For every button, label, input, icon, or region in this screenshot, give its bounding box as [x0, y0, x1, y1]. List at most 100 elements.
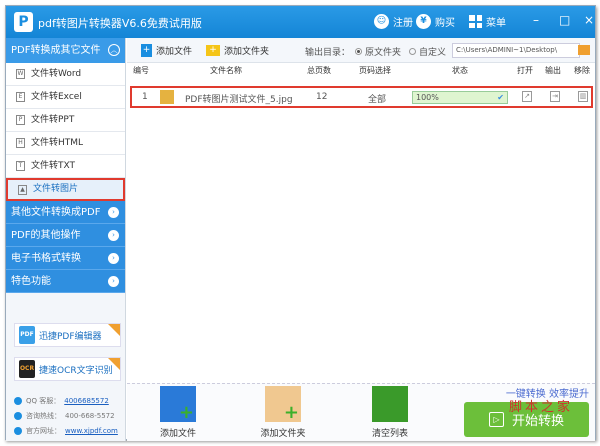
contact-label: QQ 客服：: [26, 397, 61, 405]
bottom-label: 添加文件夹: [260, 429, 306, 439]
sidebar-item-label: 文件转图片: [33, 184, 79, 194]
col-name: 文件名称: [210, 66, 242, 75]
broom-icon: [372, 386, 408, 422]
chevron-right-icon: ›: [108, 207, 119, 218]
bottom-add-folder-button[interactable]: + 添加文件夹: [253, 386, 313, 439]
image-file-icon: [160, 90, 174, 104]
add-file-button[interactable]: + 添加文件: [141, 43, 193, 57]
promo-label: 迅捷PDF编辑器: [39, 331, 102, 342]
output-icon[interactable]: ⇥: [550, 91, 560, 102]
sidebar-item-excel[interactable]: E 文件转Excel: [6, 86, 125, 109]
check-icon: ✔: [497, 93, 504, 102]
buy-button[interactable]: ¥ 购买: [416, 14, 455, 29]
app-window: P pdf转图片转换器V6.6免费试用版 ☺ 注册 ¥ 购买 菜单 – □ × PD…: [5, 5, 596, 441]
radio-label: 自定义: [419, 48, 447, 58]
clear-list-button[interactable]: 清空列表: [360, 386, 420, 439]
output-path-field[interactable]: C:\Users\ADMINI~1\Desktop\: [452, 43, 580, 58]
app-logo: P: [14, 12, 33, 32]
row-index: 1: [142, 92, 148, 102]
promo-ocr[interactable]: OCR 捷速OCR文字识别: [14, 357, 121, 381]
sidebar-item-html[interactable]: H 文件转HTML: [6, 132, 125, 155]
bottom-label: 添加文件: [159, 429, 196, 439]
grid-icon: [469, 15, 482, 28]
sidebar-item-label: 文件转Word: [31, 68, 82, 79]
bottom-label: 清空列表: [371, 429, 408, 439]
sidebar: PDF转换成其它文件 ︿ W 文件转Word E 文件转Excel P 文件转PPT H…: [6, 38, 126, 441]
table-header: 编号 文件名称 总页数 页码选择 状态 打开 输出 移除: [127, 65, 595, 79]
radio-custom[interactable]: 自定义: [409, 45, 446, 58]
promo-label: 捷速OCR文字识别: [39, 365, 113, 376]
bottom-bar: + 添加文件 + 添加文件夹 清空列表 一键转换 效率提升 ▷ 开始转换 脚本之家: [127, 383, 595, 441]
chevron-right-icon: ›: [108, 253, 119, 264]
word-icon: W: [16, 69, 25, 79]
menu-label: 菜单: [486, 18, 506, 29]
ie-icon: [14, 427, 22, 435]
html-icon: H: [16, 138, 25, 148]
sidebar-item-image[interactable]: ▲ 文件转图片: [6, 178, 125, 201]
app-title: pdf转图片转换器V6.6免费试用版: [38, 17, 202, 30]
browse-folder-icon[interactable]: [578, 45, 590, 55]
menu-button[interactable]: 菜单: [469, 14, 506, 29]
add-folder-icon: +: [265, 386, 301, 422]
bottom-add-file-button[interactable]: + 添加文件: [148, 386, 208, 439]
buy-label: 购买: [435, 18, 455, 29]
register-button[interactable]: ☺ 注册: [374, 14, 413, 29]
row-range[interactable]: 全部: [368, 92, 386, 105]
add-file-icon: +: [141, 43, 152, 57]
col-index: 编号: [133, 66, 149, 75]
main-panel: + 添加文件 + 添加文件夹 输出目录： 原文件夹 自定义 C:\Users\ADM…: [127, 38, 595, 441]
category-ebook[interactable]: 电子书格式转换 ›: [6, 247, 125, 270]
minimize-button[interactable]: –: [533, 13, 539, 27]
progress-text: 100%: [416, 93, 439, 102]
add-folder-button[interactable]: + 添加文件夹: [206, 44, 269, 57]
maximize-button[interactable]: □: [559, 13, 570, 27]
radio-original-folder[interactable]: 原文件夹: [355, 45, 401, 58]
trash-icon[interactable]: ▥: [578, 91, 588, 102]
row-filename: PDF转图片测试文件_5.jpg: [185, 95, 293, 105]
table-row[interactable]: 1 PDF转图片测试文件_5.jpg 12 全部 100% ✔ ↗ ⇥ ▥: [130, 86, 593, 108]
sidebar-item-word[interactable]: W 文件转Word: [6, 63, 125, 86]
col-pages: 总页数: [307, 66, 331, 75]
category-label: 特色功能: [11, 276, 51, 287]
category-features[interactable]: 特色功能 ›: [6, 270, 125, 293]
user-icon: ☺: [374, 14, 389, 29]
output-dir-label: 输出目录：: [305, 48, 351, 58]
ppt-icon: P: [16, 115, 25, 125]
add-file-label: 添加文件: [156, 46, 193, 57]
category-pdf-other[interactable]: PDF的其他操作 ›: [6, 224, 125, 247]
sidebar-item-ppt[interactable]: P 文件转PPT: [6, 109, 125, 132]
toolbar: + 添加文件 + 添加文件夹 输出目录： 原文件夹 自定义 C:\Users\ADM…: [127, 38, 595, 63]
sidebar-item-label: 文件转Excel: [31, 91, 82, 102]
category-label: 其他文件转换成PDF: [11, 207, 101, 218]
sidebar-header[interactable]: PDF转换成其它文件 ︿: [6, 38, 125, 63]
yen-icon: ¥: [416, 14, 431, 29]
add-file-icon: +: [160, 386, 196, 422]
radio-label: 原文件夹: [365, 48, 402, 58]
col-status: 状态: [452, 66, 468, 75]
chevron-right-icon: ›: [108, 276, 119, 287]
image-icon: ▲: [18, 184, 27, 195]
phone-icon: [14, 412, 22, 420]
col-open: 打开: [517, 66, 533, 75]
close-button[interactable]: ×: [584, 13, 594, 27]
excel-icon: E: [16, 92, 25, 102]
contact-label: 咨询热线：: [26, 412, 61, 420]
promo-pdf-editor[interactable]: PDF 迅捷PDF编辑器: [14, 323, 121, 347]
progress-bar: 100% ✔: [412, 91, 508, 104]
sidebar-item-txt[interactable]: T 文件转TXT: [6, 155, 125, 178]
hotline-value: 400-668-5572: [65, 412, 115, 420]
pdf-editor-icon: PDF: [19, 326, 35, 344]
title-bar: P pdf转图片转换器V6.6免费试用版 ☺ 注册 ¥ 购买 菜单 – □ ×: [6, 6, 595, 38]
website-link[interactable]: www.xjpdf.com: [65, 427, 118, 435]
sidebar-item-label: 文件转TXT: [31, 160, 76, 171]
register-label: 注册: [393, 18, 413, 29]
contact-qq: QQ 客服： 4006685572: [14, 396, 109, 406]
open-icon[interactable]: ↗: [522, 91, 532, 102]
category-to-pdf[interactable]: 其他文件转换成PDF ›: [6, 201, 125, 224]
contact-hotline: 咨询热线： 400-668-5572: [14, 411, 115, 421]
txt-icon: T: [16, 161, 25, 171]
col-range: 页码选择: [359, 66, 391, 75]
qq-icon: [14, 397, 22, 405]
qq-link[interactable]: 4006685572: [64, 397, 109, 405]
chevron-right-icon: ›: [108, 230, 119, 241]
